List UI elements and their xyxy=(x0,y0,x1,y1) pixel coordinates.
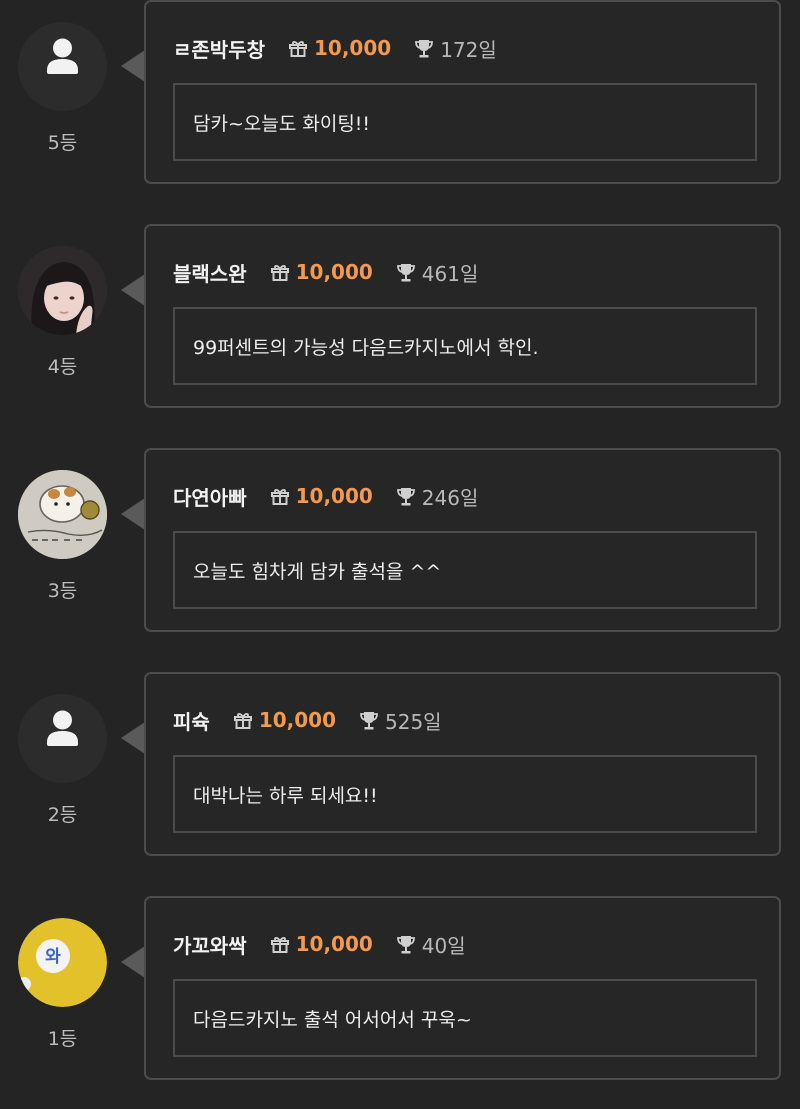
comment-text: 담카~오늘도 화이팅!! xyxy=(193,112,371,135)
comment-card: 가꼬와싹 10,000 40일 다음드카지노 출석 어서어서 꾸욱~ xyxy=(144,896,781,1080)
nickname[interactable]: 블랙스완 xyxy=(173,258,247,287)
trophy-icon xyxy=(395,261,417,283)
nickname[interactable]: 다연아빠 xyxy=(173,482,247,511)
message-box: 다음드카지노 출석 어서어서 꾸욱~ xyxy=(173,979,757,1057)
comment-meta: 피슉 10,000 525일 xyxy=(173,705,442,735)
rank-label: 2등 xyxy=(47,804,78,826)
comment-card: ㄹ존박두창 10,000 172일 담카~오늘도 화이팅!! xyxy=(144,0,781,184)
message-box: 오늘도 힘차게 담카 출석을 ^^ xyxy=(173,531,757,609)
avatar[interactable] xyxy=(18,694,107,783)
gift-icon xyxy=(287,37,309,59)
profile-badge-icon: 와 xyxy=(18,918,107,1007)
list-item: 3등 다연아빠 10,000 246일 오늘도 힘차게 담카 출석을 ^^ xyxy=(0,448,800,658)
comment-meta: 다연아빠 10,000 246일 xyxy=(173,481,478,511)
avatar[interactable] xyxy=(18,470,107,559)
card-pointer xyxy=(121,946,145,978)
points-value: 10,000 xyxy=(295,260,373,284)
user-icon xyxy=(18,694,107,783)
comment-text: 다음드카지노 출석 어서어서 꾸욱~ xyxy=(193,1008,472,1031)
rank-label: 5등 xyxy=(47,132,78,154)
attendance-days: 40일 xyxy=(421,933,466,958)
comment-card: 다연아빠 10,000 246일 오늘도 힘차게 담카 출석을 ^^ xyxy=(144,448,781,632)
comment-meta: 가꼬와싹 10,000 40일 xyxy=(173,929,466,959)
attendance-days: 461일 xyxy=(421,261,479,286)
svg-text:와: 와 xyxy=(45,947,61,967)
trophy-icon xyxy=(395,933,417,955)
trophy-icon xyxy=(395,485,417,507)
gift-icon xyxy=(269,933,291,955)
comment-text: 99퍼센트의 가능성 다음드카지노에서 학인. xyxy=(193,336,539,359)
points-value: 10,000 xyxy=(314,36,392,60)
trophy-icon xyxy=(413,37,435,59)
profile-photo-icon xyxy=(18,246,107,335)
attendance-ranking-list: 5등 ㄹ존박두창 10,000 172일 담카~오늘도 화이팅!! 4등 블랙스… xyxy=(0,0,800,1109)
card-pointer xyxy=(121,722,145,754)
comment-text: 대박나는 하루 되세요!! xyxy=(193,784,378,807)
message-box: 담카~오늘도 화이팅!! xyxy=(173,83,757,161)
card-pointer xyxy=(121,498,145,530)
points-value: 10,000 xyxy=(258,708,336,732)
gift-icon xyxy=(232,709,254,731)
gift-icon xyxy=(269,485,291,507)
rank-label: 1등 xyxy=(47,1028,78,1050)
list-item: 5등 ㄹ존박두창 10,000 172일 담카~오늘도 화이팅!! xyxy=(0,0,800,210)
avatar[interactable] xyxy=(18,246,107,335)
avatar[interactable]: 와 xyxy=(18,918,107,1007)
rank-label: 3등 xyxy=(47,580,78,602)
comment-meta: ㄹ존박두창 10,000 172일 xyxy=(173,33,497,63)
list-item: 2등 피슉 10,000 525일 대박나는 하루 되세요!! xyxy=(0,672,800,882)
nickname[interactable]: 가꼬와싹 xyxy=(173,930,247,959)
attendance-days: 172일 xyxy=(440,37,497,62)
nickname[interactable]: ㄹ존박두창 xyxy=(173,34,265,63)
attendance-days: 246일 xyxy=(421,485,479,510)
comment-meta: 블랙스완 10,000 461일 xyxy=(173,257,478,287)
comment-text: 오늘도 힘차게 담카 출석을 ^^ xyxy=(193,560,442,583)
user-icon xyxy=(18,22,107,111)
trophy-icon xyxy=(358,709,380,731)
points-value: 10,000 xyxy=(295,932,373,956)
rank-label: 4등 xyxy=(47,356,78,378)
avatar[interactable] xyxy=(18,22,107,111)
list-item: 와 1등 가꼬와싹 10,000 40일 다음드카지노 출석 어서어서 꾸욱~ xyxy=(0,896,800,1106)
gift-icon xyxy=(269,261,291,283)
card-pointer xyxy=(121,50,145,82)
message-box: 대박나는 하루 되세요!! xyxy=(173,755,757,833)
card-pointer xyxy=(121,274,145,306)
points-value: 10,000 xyxy=(295,484,373,508)
nickname[interactable]: 피슉 xyxy=(173,706,210,735)
profile-drawing-icon xyxy=(18,470,107,559)
comment-card: 블랙스완 10,000 461일 99퍼센트의 가능성 다음드카지노에서 학인. xyxy=(144,224,781,408)
attendance-days: 525일 xyxy=(385,709,442,734)
comment-card: 피슉 10,000 525일 대박나는 하루 되세요!! xyxy=(144,672,781,856)
message-box: 99퍼센트의 가능성 다음드카지노에서 학인. xyxy=(173,307,757,385)
list-item: 4등 블랙스완 10,000 461일 99퍼센트의 가능성 다음드카지노에서 … xyxy=(0,224,800,434)
